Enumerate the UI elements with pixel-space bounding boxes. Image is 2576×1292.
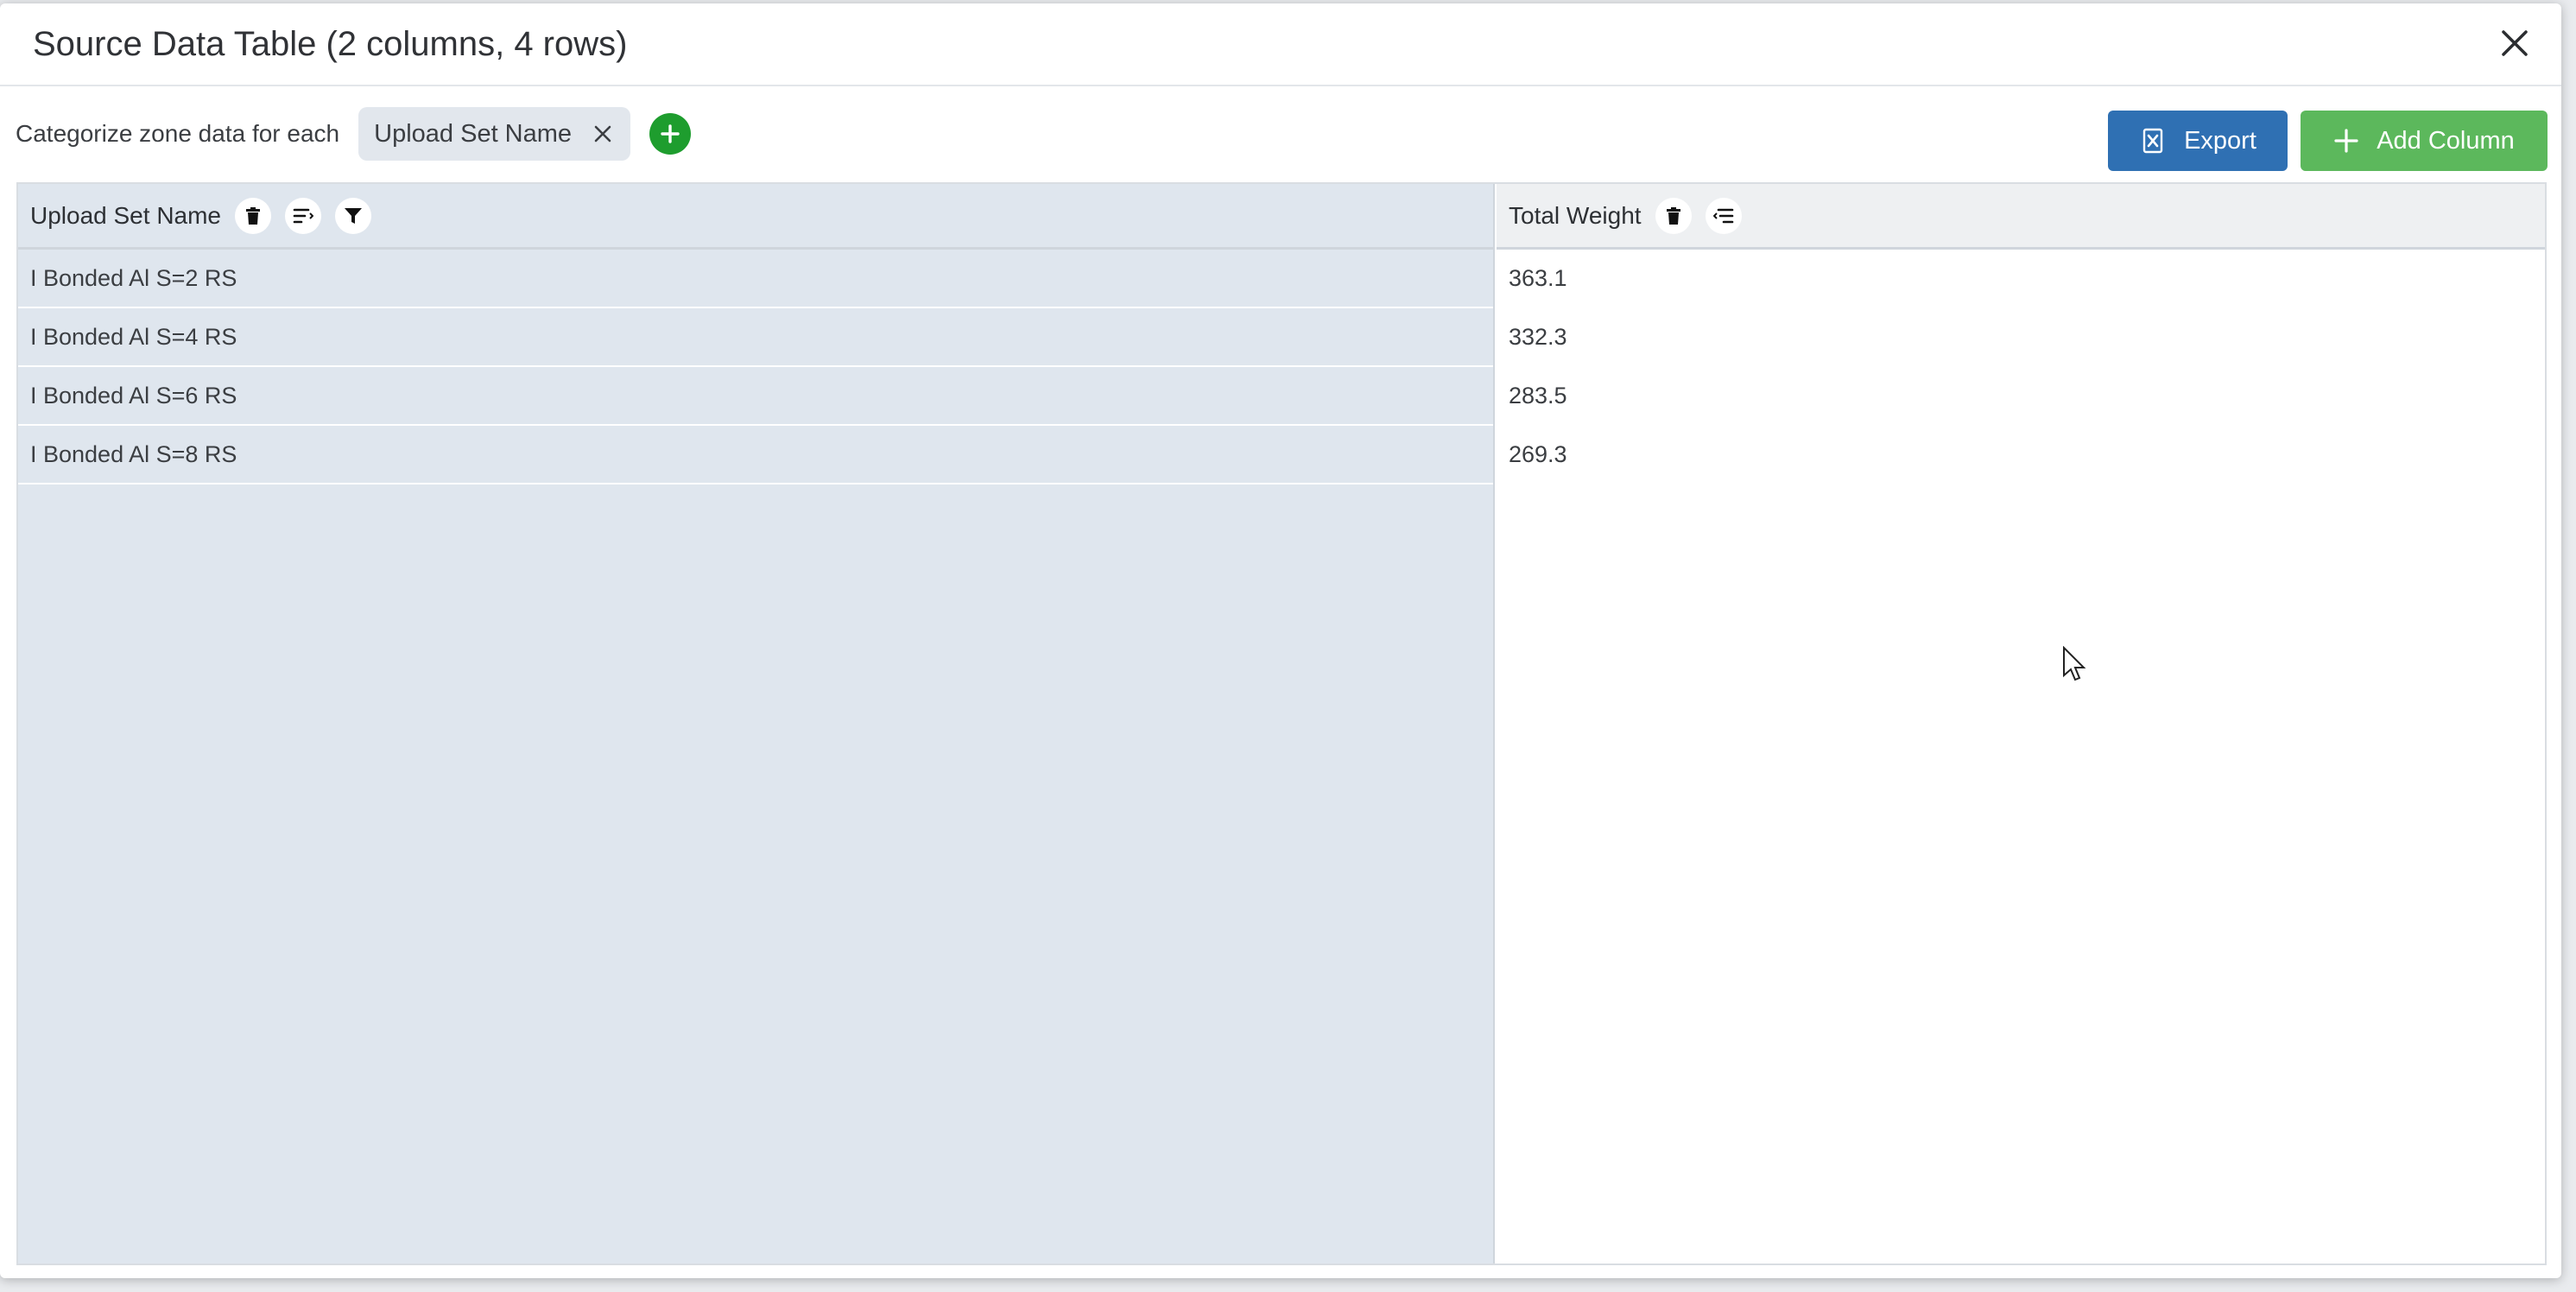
table-cell-weight[interactable]: 332.3 [1497,308,2545,367]
plus-icon [661,124,680,143]
column-header-label: Total Weight [1509,201,1642,229]
table-cell-name[interactable]: I Bonded Al S=6 RS [18,367,1493,426]
table-cell-weight[interactable]: 363.1 [1497,250,2545,308]
plus-icon [2333,128,2359,154]
table-cell-name[interactable]: I Bonded Al S=4 RS [18,308,1493,367]
add-column-label: Add Column [2377,126,2515,155]
table-cell-weight[interactable]: 269.3 [1497,426,2545,484]
trash-icon[interactable] [1655,197,1692,234]
category-chip-label: Upload Set Name [374,119,573,148]
sort-icon[interactable] [1705,197,1742,234]
category-chip[interactable]: Upload Set Name [358,107,631,161]
column-upload-set-name: Upload Set Name I Bonded Al S=2 RS I Bon… [18,184,1495,1264]
sort-icon[interactable] [285,197,322,234]
mouse-cursor-icon [2063,646,2086,681]
trash-icon[interactable] [235,197,272,234]
add-column-button[interactable]: Add Column [2301,111,2548,171]
filter-icon[interactable] [335,197,372,234]
column-header: Upload Set Name [18,184,1493,250]
export-label: Export [2184,126,2256,155]
column-total-weight: Total Weight 363.1 332.3 283.5 269.3 [1497,184,2545,1264]
modal-header: Source Data Table (2 columns, 4 rows) [0,3,2561,86]
table-cell-weight[interactable]: 283.5 [1497,367,2545,426]
chip-remove-button[interactable] [591,122,615,146]
source-data-table: Upload Set Name I Bonded Al S=2 RS I Bon… [16,182,2547,1265]
excel-icon [2139,127,2167,155]
column-header-label: Upload Set Name [30,201,222,229]
close-icon [2502,30,2528,56]
modal-title: Source Data Table (2 columns, 4 rows) [33,24,628,63]
close-button[interactable] [2496,24,2534,62]
categorize-label: Categorize zone data for each [16,120,340,147]
source-data-modal: Source Data Table (2 columns, 4 rows) Ca… [0,3,2561,1278]
add-category-button[interactable] [649,113,692,155]
table-cell-name[interactable]: I Bonded Al S=8 RS [18,426,1493,484]
column-header: Total Weight [1497,184,2545,250]
close-icon [594,125,611,142]
table-cell-name[interactable]: I Bonded Al S=2 RS [18,250,1493,308]
export-button[interactable]: Export [2108,111,2288,171]
